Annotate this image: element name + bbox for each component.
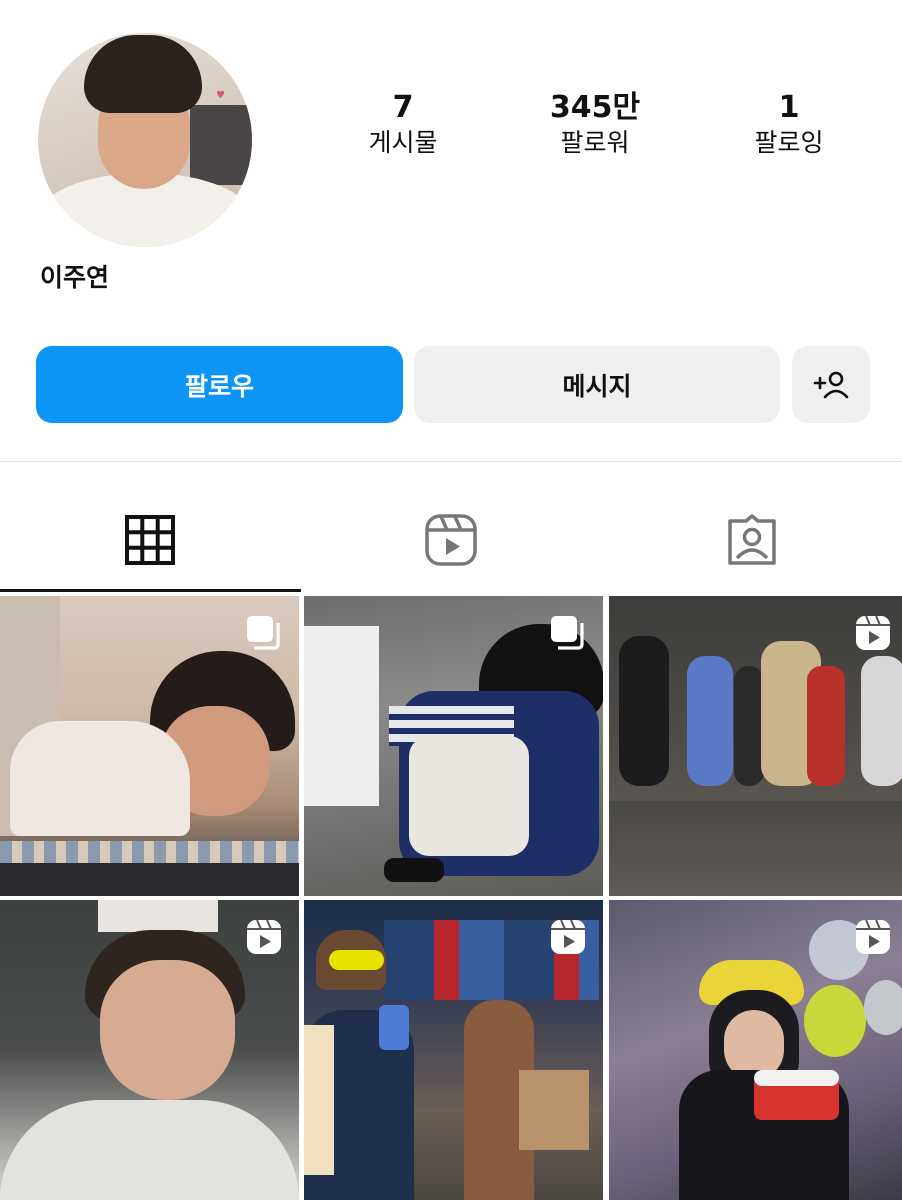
tab-tagged[interactable]	[602, 495, 902, 585]
post-thumbnail[interactable]	[304, 900, 603, 1200]
following-count-stat[interactable]: 1 팔로잉	[714, 90, 864, 160]
reel-icon	[856, 919, 890, 954]
reel-icon	[247, 919, 281, 954]
reel-icon	[856, 615, 890, 650]
grid-icon	[125, 515, 175, 565]
post-thumbnail[interactable]	[609, 900, 902, 1200]
posts-count-stat[interactable]: 7 게시물	[328, 90, 478, 160]
tab-reels[interactable]	[301, 495, 601, 585]
posts-count: 7	[392, 90, 414, 125]
message-button[interactable]: 메시지	[414, 346, 780, 423]
posts-label: 게시물	[368, 128, 438, 157]
reels-icon	[425, 514, 477, 566]
post-thumbnail[interactable]	[304, 596, 603, 896]
tagged-person-icon	[728, 514, 776, 565]
section-divider	[0, 461, 902, 462]
follow-button[interactable]: 팔로우	[36, 346, 403, 423]
profile-stats: 7 게시물 345만 팔로워 1 팔로잉	[0, 90, 902, 170]
following-count: 1	[778, 90, 800, 125]
carousel-icon	[551, 616, 584, 650]
following-label: 팔로잉	[754, 128, 824, 157]
followers-count: 345만	[549, 90, 641, 125]
carousel-icon	[247, 616, 280, 650]
add-person-icon	[813, 371, 849, 398]
reel-icon	[551, 919, 585, 954]
profile-username: 이주연	[40, 263, 110, 292]
active-tab-indicator	[0, 589, 301, 592]
followers-count-stat[interactable]: 345만 팔로워	[520, 90, 670, 160]
posts-grid	[0, 594, 902, 1200]
post-thumbnail[interactable]	[0, 900, 299, 1200]
post-thumbnail[interactable]	[609, 596, 902, 896]
post-thumbnail[interactable]	[0, 596, 299, 896]
followers-label: 팔로워	[560, 128, 630, 157]
suggested-accounts-button[interactable]	[792, 346, 870, 423]
tab-posts-grid[interactable]	[0, 495, 300, 585]
